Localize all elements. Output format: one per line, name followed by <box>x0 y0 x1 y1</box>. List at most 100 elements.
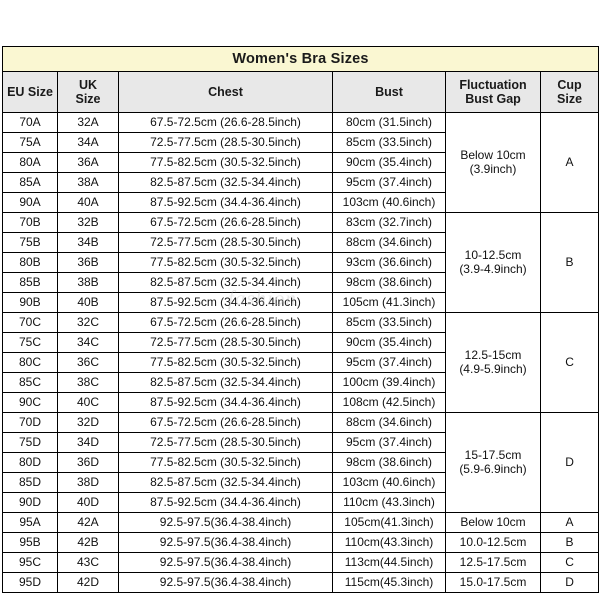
cell-cup-size: D <box>539 412 600 513</box>
cell-eu-size: 95C <box>2 552 58 573</box>
cell-chest: 67.5-72.5cm (26.6-28.5inch) <box>118 212 333 233</box>
table-row: 70A 32A 67.5-72.5cm (26.6-28.5inch) 80cm (3… <box>2 112 600 213</box>
column-header-bust: Bust <box>332 71 446 113</box>
cell-uk-size: 34B <box>57 232 119 253</box>
cell-bust: 110cm (43.3inch) <box>332 492 446 513</box>
cell-eu-size: 70D <box>2 412 58 433</box>
cell-chest: 82.5-87.5cm (32.5-34.4inch) <box>118 372 333 393</box>
cell-eu-size: 90B <box>2 292 58 313</box>
cell-uk-size: 32D <box>57 412 119 433</box>
cell-bust: 88cm (34.6inch) <box>332 232 446 253</box>
column-header-fluctuation-bust-gap-line2: Bust Gap <box>465 92 521 106</box>
cell-uk-size: 32A <box>57 112 119 133</box>
cell-bust: 90cm (35.4inch) <box>332 332 446 353</box>
cell-eu-size: 85B <box>2 272 58 293</box>
cell-uk-size: 40C <box>57 392 119 413</box>
cell-chest: 92.5-97.5(36.4-38.4inch) <box>118 552 333 573</box>
size-chart-container: Women's Bra Sizes EU Size UK Size Chest Bust F… <box>1 46 600 593</box>
cell-chest: 72.5-77.5cm (28.5-30.5inch) <box>118 232 333 253</box>
column-header-uk-size: UK Size <box>57 71 119 113</box>
cell-eu-size: 90D <box>2 492 58 513</box>
table-row: 70D 32D 67.5-72.5cm (26.6-28.5inch) 88cm (3… <box>2 412 600 513</box>
cell-bust: 95cm (37.4inch) <box>332 172 446 193</box>
column-header-fluctuation-bust-gap: Fluctuation Bust Gap <box>445 71 541 113</box>
fluctuation-line2: (3.9-4.9inch) <box>459 261 527 276</box>
table-header-row: EU Size UK Size Chest Bust Fluctuation Bust Ga… <box>2 71 600 113</box>
cell-bust: 95cm (37.4inch) <box>332 432 446 453</box>
cell-chest: 87.5-92.5cm (34.4-36.4inch) <box>118 192 333 213</box>
cell-uk-size: 40B <box>57 292 119 313</box>
cell-chest: 87.5-92.5cm (34.4-36.4inch) <box>118 292 333 313</box>
table-row: 95D 42D 92.5-97.5(36.4-38.4inch) 115cm(45.3… <box>2 572 600 593</box>
cell-eu-size: 95B <box>2 532 58 553</box>
cell-fluctuation-bust-gap: 15-17.5cm (5.9-6.9inch) <box>445 412 541 513</box>
cell-bust: 103cm (40.6inch) <box>332 472 446 493</box>
fluctuation-line1: 10-12.5cm <box>464 248 522 263</box>
column-header-chest: Chest <box>118 71 333 113</box>
cell-bust: 98cm (38.6inch) <box>332 272 446 293</box>
cell-chest: 92.5-97.5(36.4-38.4inch) <box>118 572 333 593</box>
fluctuation-line1: 15-17.5cm <box>464 448 522 463</box>
cell-chest: 77.5-82.5cm (30.5-32.5inch) <box>118 152 333 173</box>
cell-bust: 85cm (33.5inch) <box>332 132 446 153</box>
cell-cup-size: C <box>539 312 600 413</box>
cell-uk-size: 36C <box>57 352 119 373</box>
table-row: 70B 32B 67.5-72.5cm (26.6-28.5inch) 83cm (3… <box>2 212 600 313</box>
cell-uk-size: 38C <box>57 372 119 393</box>
column-header-cup-size-line2: Size <box>557 92 583 106</box>
table-title-row: Women's Bra Sizes <box>1 46 600 72</box>
cell-cup-size: D <box>539 572 600 593</box>
cell-chest: 77.5-82.5cm (30.5-32.5inch) <box>118 352 333 373</box>
cell-fluctuation-bust-gap: 10.0-12.5cm <box>445 532 541 553</box>
cell-bust: 85cm (33.5inch) <box>332 312 446 333</box>
cell-bust: 105cm(41.3inch) <box>332 512 446 533</box>
cell-chest: 92.5-97.5(36.4-38.4inch) <box>118 532 333 553</box>
cell-uk-size: 36B <box>57 252 119 273</box>
cell-chest: 92.5-97.5(36.4-38.4inch) <box>118 512 333 533</box>
column-header-fluctuation-bust-gap-line1: Fluctuation <box>459 78 527 92</box>
table-row: 95A 42A 92.5-97.5(36.4-38.4inch) 105cm(41.3… <box>2 512 600 533</box>
cell-fluctuation-bust-gap: Below 10cm (3.9inch) <box>445 112 541 213</box>
table-row: 95B 42B 92.5-97.5(36.4-38.4inch) 110cm(43.3… <box>2 532 600 553</box>
fluctuation-line2: (3.9inch) <box>469 161 517 176</box>
cell-eu-size: 70B <box>2 212 58 233</box>
cell-fluctuation-bust-gap: 10-12.5cm (3.9-4.9inch) <box>445 212 541 313</box>
cell-bust: 113cm(44.5inch) <box>332 552 446 573</box>
cell-chest: 72.5-77.5cm (28.5-30.5inch) <box>118 132 333 153</box>
table-row: 70C 32C 67.5-72.5cm (26.6-28.5inch) 85cm (3… <box>2 312 600 413</box>
cell-chest: 82.5-87.5cm (32.5-34.4inch) <box>118 272 333 293</box>
cell-bust: 93cm (36.6inch) <box>332 252 446 273</box>
cell-uk-size: 38A <box>57 172 119 193</box>
cell-eu-size: 75D <box>2 432 58 453</box>
cell-fluctuation-bust-gap: 12.5-15cm (4.9-5.9inch) <box>445 312 541 413</box>
cell-eu-size: 75A <box>2 132 58 153</box>
cell-uk-size: 38B <box>57 272 119 293</box>
bra-size-chart-page: Women's Bra Sizes EU Size UK Size Chest Bust F… <box>0 0 600 600</box>
cell-chest: 82.5-87.5cm (32.5-34.4inch) <box>118 472 333 493</box>
cell-fluctuation-bust-gap: 15.0-17.5cm <box>445 572 541 593</box>
cell-eu-size: 75B <box>2 232 58 253</box>
cell-eu-size: 70C <box>2 312 58 333</box>
column-header-cup-size-line1: Cup <box>557 78 582 92</box>
cell-eu-size: 85A <box>2 172 58 193</box>
cell-eu-size: 85C <box>2 372 58 393</box>
cell-bust: 80cm (31.5inch) <box>332 112 446 133</box>
cell-uk-size: 43C <box>57 552 119 573</box>
cell-bust: 100cm (39.4inch) <box>332 372 446 393</box>
cell-uk-size: 34A <box>57 132 119 153</box>
cell-bust: 95cm (37.4inch) <box>332 352 446 373</box>
cell-eu-size: 75C <box>2 332 58 353</box>
cell-uk-size: 34C <box>57 332 119 353</box>
cell-uk-size: 38D <box>57 472 119 493</box>
fluctuation-line2: (4.9-5.9inch) <box>459 361 527 376</box>
cell-eu-size: 70A <box>2 112 58 133</box>
column-header-cup-size: Cup Size <box>539 71 600 113</box>
cell-eu-size: 90A <box>2 192 58 213</box>
cell-bust: 83cm (32.7inch) <box>332 212 446 233</box>
cell-bust: 115cm(45.3inch) <box>332 572 446 593</box>
cell-uk-size: 42D <box>57 572 119 593</box>
cell-chest: 77.5-82.5cm (30.5-32.5inch) <box>118 452 333 473</box>
cell-chest: 82.5-87.5cm (32.5-34.4inch) <box>118 172 333 193</box>
column-header-uk-size-line2: Size <box>75 92 101 106</box>
cell-eu-size: 85D <box>2 472 58 493</box>
